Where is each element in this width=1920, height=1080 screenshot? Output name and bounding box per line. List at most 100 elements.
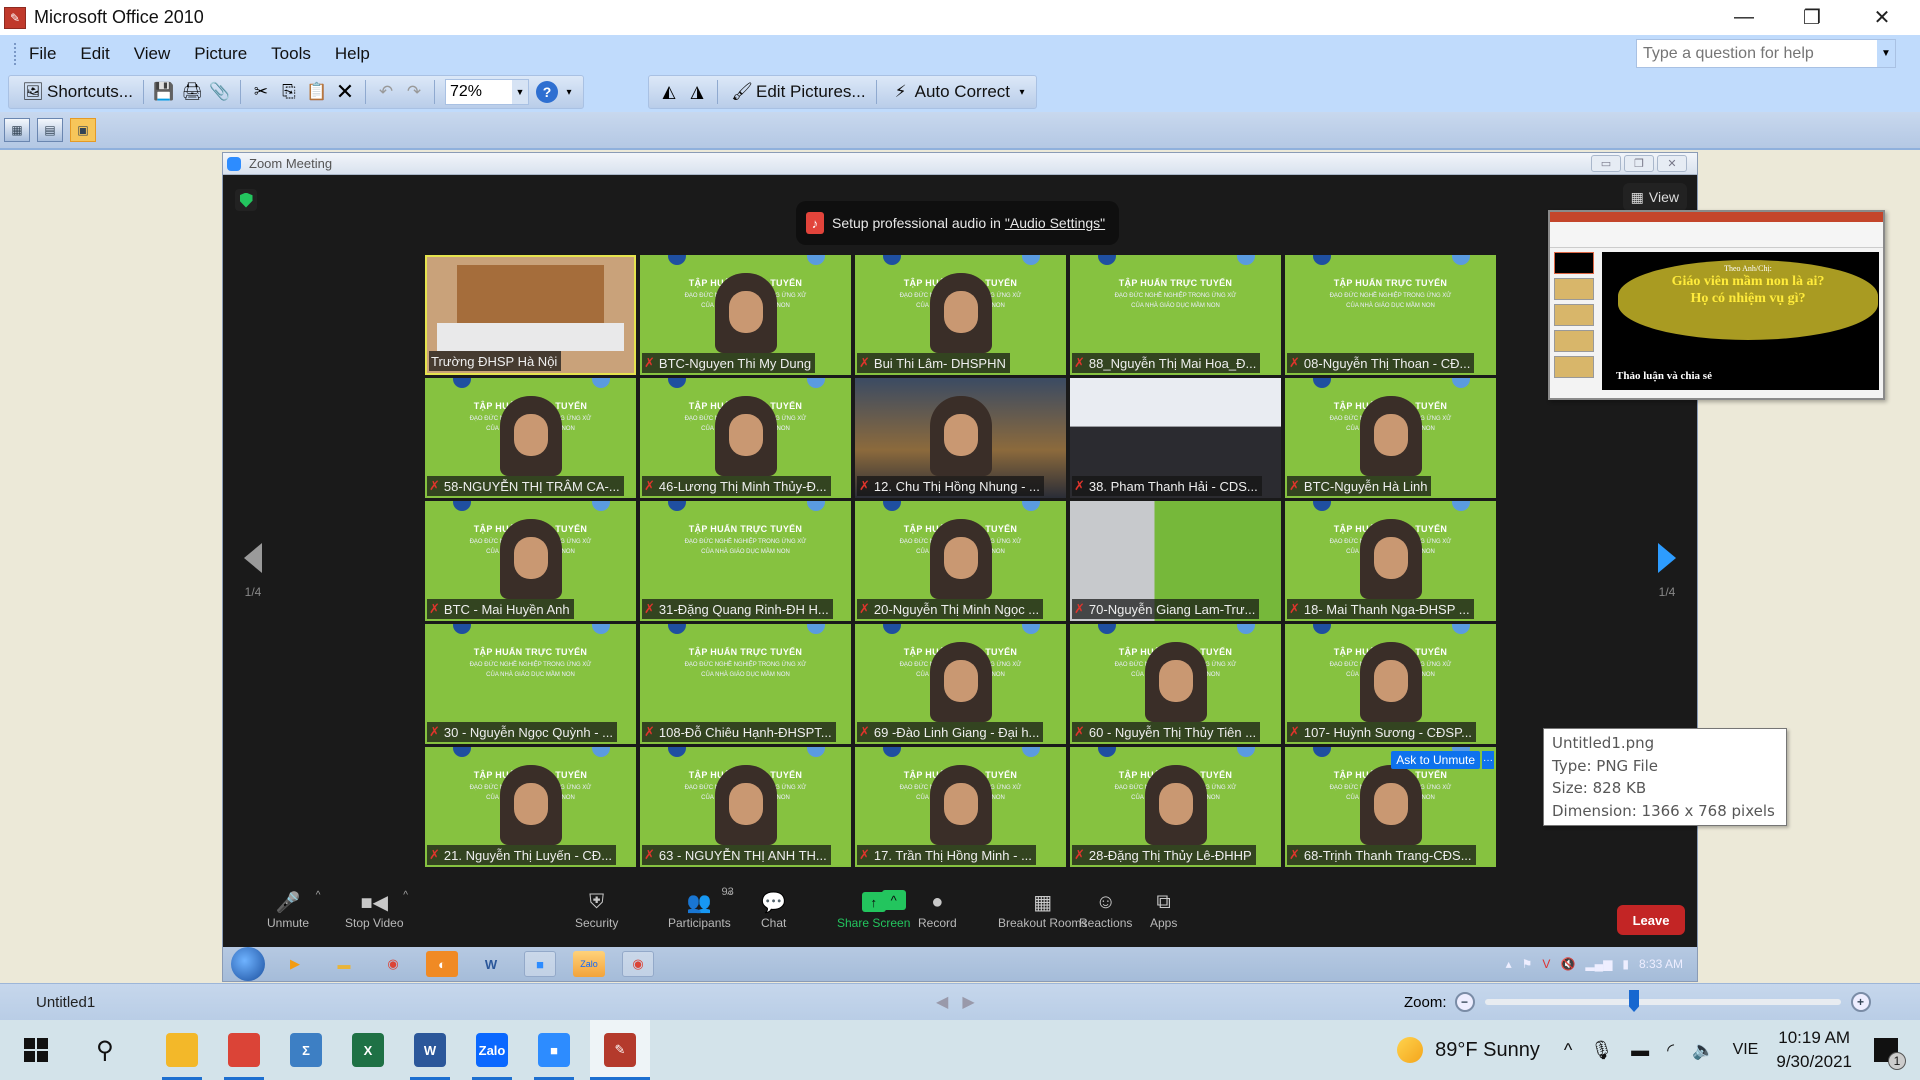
participant-tile[interactable]: TẬP HUẤN TRỰC TUYẾNĐẠO ĐỨC NGHỀ NGHIỆP T…: [640, 501, 851, 621]
participant-tile[interactable]: ✗ 12. Chu Thị Hồng Nhung - ...: [855, 378, 1066, 498]
paste-icon[interactable]: 📋: [306, 81, 328, 103]
microphone-icon[interactable]: 🎙: [1590, 1040, 1613, 1061]
volume-muted-icon[interactable]: 🔇: [1560, 957, 1575, 971]
zoom-out-icon[interactable]: −: [1454, 992, 1475, 1012]
participant-tile[interactable]: TẬP HUẤN TRỰC TUYẾNĐẠO ĐỨC NGHỀ NGHIỆP T…: [640, 255, 851, 375]
caret-up-icon[interactable]: ^: [727, 890, 732, 901]
zoom-minimize-button[interactable]: ▭: [1591, 155, 1621, 172]
help-search-input[interactable]: [1637, 44, 1877, 63]
zoom-close-button[interactable]: ✕: [1657, 155, 1687, 172]
participant-tile[interactable]: TẬP HUẤN TRỰC TUYẾNĐẠO ĐỨC NGHỀ NGHIỆP T…: [425, 747, 636, 867]
shortcuts-button[interactable]: 🖼 Shortcuts...: [15, 78, 137, 106]
rotate-left-icon[interactable]: ◭: [658, 81, 680, 103]
chrome-icon[interactable]: ◉: [622, 951, 654, 977]
participant-tile[interactable]: ✗ 38. Pham Thanh Hải - CDS...: [1070, 378, 1281, 498]
word-icon[interactable]: W: [475, 951, 507, 977]
action-center-icon[interactable]: 1: [1874, 1038, 1906, 1070]
antivirus-icon[interactable]: V: [1542, 957, 1550, 971]
filmstrip-view-button[interactable]: ▤: [37, 118, 63, 142]
participant-tile[interactable]: TẬP HUẤN TRỰC TUYẾNĐẠO ĐỨC NGHỀ NGHIỆP T…: [425, 378, 636, 498]
attach-icon[interactable]: 📎: [209, 81, 231, 103]
show-hidden-icons-icon[interactable]: ^: [1564, 1040, 1572, 1061]
help-icon[interactable]: ?: [535, 81, 558, 103]
redo-icon[interactable]: ↷: [403, 81, 425, 103]
delete-icon[interactable]: ✕: [334, 79, 356, 104]
zalo-icon[interactable]: Zalo: [573, 951, 605, 977]
chevron-down-icon[interactable]: ▼: [511, 80, 528, 104]
participant-tile[interactable]: ✗ 70-Nguyễn Giang Lam-Trư...: [1070, 501, 1281, 621]
participant-tile[interactable]: TẬP HUẤN TRỰC TUYẾNĐẠO ĐỨC NGHỀ NGHIỆP T…: [855, 501, 1066, 621]
taskbar-app-picture-manager[interactable]: ✎: [590, 1020, 650, 1080]
zoom-slider-thumb[interactable]: [1629, 990, 1640, 1012]
participant-tile[interactable]: TẬP HUẤN TRỰC TUYẾNĐẠO ĐỨC NGHỀ NGHIỆP T…: [1285, 255, 1496, 375]
caret-up-icon[interactable]: ^: [881, 890, 906, 910]
print-icon[interactable]: 🖨: [181, 81, 203, 103]
stop-video-button[interactable]: ■◀ ^ Stop Video: [345, 888, 408, 930]
participant-tile[interactable]: TẬP HUẤN TRỰC TUYẾNĐẠO ĐỨC NGHỀ NGHIỆP T…: [640, 747, 851, 867]
participant-tile[interactable]: TẬP HUẤN TRỰC TUYẾNĐẠO ĐỨC NGHỀ NGHIỆP T…: [1285, 747, 1496, 867]
reactions-button[interactable]: ☺ Reactions: [1079, 888, 1132, 931]
media-player-icon[interactable]: ▶: [279, 951, 311, 977]
participants-button[interactable]: 👥 93 ^ Participants: [668, 886, 734, 930]
menu-tools[interactable]: Tools: [271, 44, 311, 64]
participant-tile[interactable]: TẬP HUẤN TRỰC TUYẾNĐẠO ĐỨC NGHỀ NGHIỆP T…: [1070, 747, 1281, 867]
menu-view[interactable]: View: [134, 44, 171, 64]
leave-meeting-button[interactable]: Leave: [1617, 905, 1685, 935]
weather-text[interactable]: 89°F Sunny: [1435, 1039, 1540, 1062]
participant-tile[interactable]: TẬP HUẤN TRỰC TUYẾNĐẠO ĐỨC NGHỀ NGHIỆP T…: [1285, 501, 1496, 621]
help-search-box[interactable]: ▼: [1636, 39, 1896, 68]
undo-icon[interactable]: ↶: [375, 81, 397, 103]
ask-to-unmute-button[interactable]: Ask to Unmute: [1391, 751, 1480, 769]
tray-expand-icon[interactable]: ▴: [1506, 957, 1512, 971]
participant-tile[interactable]: Trường ĐHSP Hà Nội: [425, 255, 636, 375]
windows-start-icon[interactable]: [24, 1038, 48, 1062]
participant-tile[interactable]: TẬP HUẤN TRỰC TUYẾNĐẠO ĐỨC NGHỀ NGHIỆP T…: [1070, 624, 1281, 744]
taskbar-app-calculator-app[interactable]: Σ: [276, 1020, 336, 1080]
copy-icon[interactable]: ⎘: [278, 81, 300, 103]
restore-button[interactable]: ❐: [1782, 0, 1842, 35]
audio-settings-banner[interactable]: ♪ Setup professional audio in "Audio Set…: [796, 201, 1120, 245]
breakout-rooms-button[interactable]: ▦ Breakout Rooms: [998, 888, 1087, 931]
participant-tile[interactable]: TẬP HUẤN TRỰC TUYẾNĐẠO ĐỨC NGHỀ NGHIỆP T…: [1285, 624, 1496, 744]
participant-tile[interactable]: TẬP HUẤN TRỰC TUYẾNĐẠO ĐỨC NGHỀ NGHIỆP T…: [640, 624, 851, 744]
taskbar-app-zalo[interactable]: Zalo: [462, 1020, 522, 1080]
edit-pictures-button[interactable]: 🖌 Edit Pictures...: [724, 78, 870, 106]
save-icon[interactable]: 💾: [153, 81, 175, 103]
toolbar-options-icon[interactable]: ▾: [564, 81, 574, 103]
battery-charging-icon[interactable]: ▬: [1631, 1040, 1649, 1061]
taskbar-app-zoom[interactable]: ■: [524, 1020, 584, 1080]
menu-grip-handle[interactable]: [14, 42, 17, 65]
file-explorer-icon[interactable]: ▬: [328, 951, 360, 977]
close-button[interactable]: ✕: [1852, 0, 1912, 35]
share-screen-button[interactable]: ↑ ^ Share Screen: [837, 888, 910, 930]
participant-tile[interactable]: TẬP HUẤN TRỰC TUYẾNĐẠO ĐỨC NGHỀ NGHIỆP T…: [640, 378, 851, 498]
encryption-shield-icon[interactable]: [235, 189, 257, 211]
orange-app-icon[interactable]: ◐: [426, 951, 458, 977]
participant-tile[interactable]: TẬP HUẤN TRỰC TUYẾNĐẠO ĐỨC NGHỀ NGHIỆP T…: [1285, 378, 1496, 498]
participant-tile[interactable]: TẬP HUẤN TRỰC TUYẾNĐẠO ĐỨC NGHỀ NGHIỆP T…: [425, 624, 636, 744]
caret-up-icon[interactable]: ^: [403, 890, 408, 901]
previous-picture-icon[interactable]: ◀: [936, 992, 948, 1012]
menu-file[interactable]: File: [29, 44, 56, 64]
participant-tile[interactable]: TẬP HUẤN TRỰC TUYẾNĐẠO ĐỨC NGHỀ NGHIỆP T…: [855, 624, 1066, 744]
menu-help[interactable]: Help: [335, 44, 370, 64]
taskbar-app-chrome[interactable]: [214, 1020, 274, 1080]
taskbar-app-excel[interactable]: X: [338, 1020, 398, 1080]
toolbar-options-icon[interactable]: ▾: [1017, 81, 1027, 103]
single-picture-view-button[interactable]: ▣: [70, 118, 96, 142]
signal-icon[interactable]: ▂▄▆: [1585, 957, 1612, 971]
clock[interactable]: 10:19 AM 9/30/2021: [1776, 1026, 1852, 1074]
chrome-icon[interactable]: ◉: [377, 951, 409, 977]
unmute-button[interactable]: 🎤 ^ Unmute: [267, 888, 320, 930]
participant-tile[interactable]: TẬP HUẤN TRỰC TUYẾNĐẠO ĐỨC NGHỀ NGHIỆP T…: [425, 501, 636, 621]
rotate-right-icon[interactable]: ◮: [686, 81, 708, 103]
auto-correct-button[interactable]: ⚡ Auto Correct: [883, 78, 1014, 106]
participant-tile[interactable]: TẬP HUẤN TRỰC TUYẾNĐẠO ĐỨC NGHỀ NGHIỆP T…: [855, 255, 1066, 375]
caret-up-icon[interactable]: ^: [316, 890, 321, 901]
security-button[interactable]: ⛨ Security: [575, 888, 618, 931]
zoom-icon[interactable]: ■: [524, 951, 556, 977]
next-picture-icon[interactable]: ▶: [962, 992, 974, 1012]
start-orb-icon[interactable]: [231, 947, 265, 981]
menu-picture[interactable]: Picture: [194, 44, 247, 64]
audio-settings-link[interactable]: "Audio Settings": [1005, 215, 1105, 231]
